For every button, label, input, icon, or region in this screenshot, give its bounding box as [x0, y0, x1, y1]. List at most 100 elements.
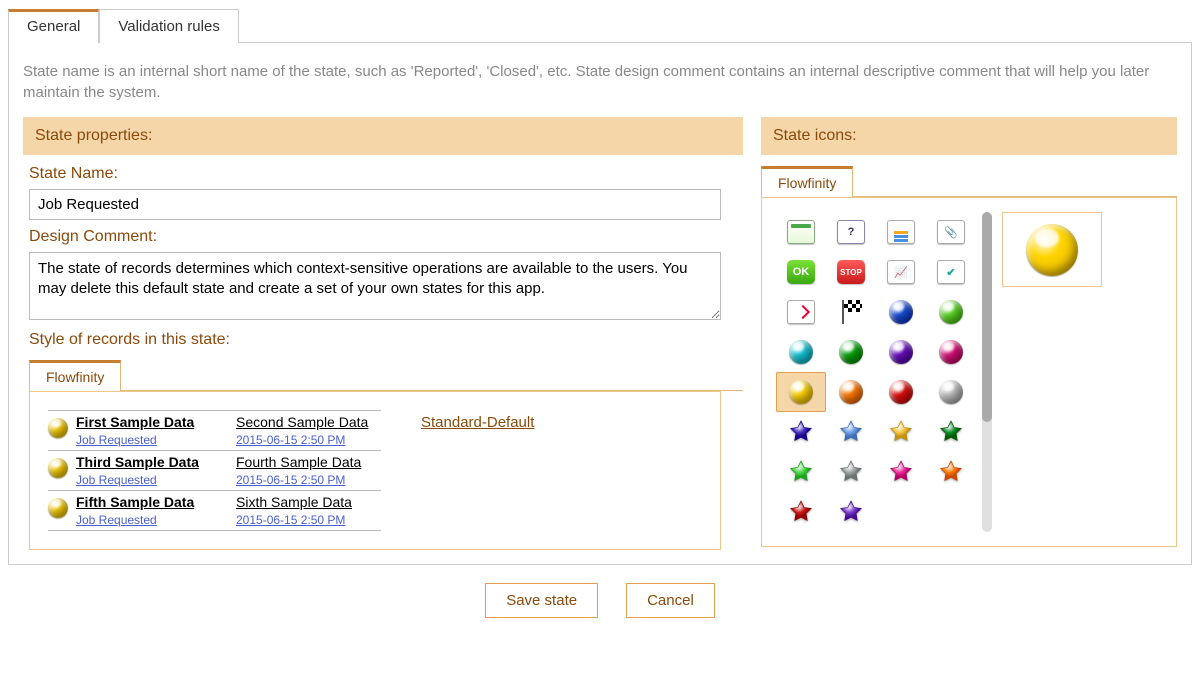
star-icon [788, 419, 814, 445]
sphere-icon [939, 340, 963, 364]
icon-option-clip[interactable]: 📎 [926, 212, 976, 252]
icon-option-star-4fd84f[interactable] [776, 452, 826, 492]
icon-option-star-6fa0e8[interactable] [826, 412, 876, 452]
state-icons-header: State icons: [761, 117, 1177, 155]
icon-option-ok[interactable]: OK [776, 252, 826, 292]
icon-option-sphere-6a0fbf[interactable] [876, 332, 926, 372]
icon-option-star-ff7a00[interactable] [926, 452, 976, 492]
sphere-icon [939, 300, 963, 324]
sample-row: Third Sample Data Job Requested Fourth Sam… [48, 451, 381, 491]
selected-icon-preview [1002, 212, 1102, 287]
sphere-icon [889, 340, 913, 364]
icon-option-sphere-0aa60a[interactable] [826, 332, 876, 372]
sample-title-2[interactable]: Sixth Sample Data [236, 494, 381, 510]
star-icon [838, 459, 864, 485]
general-panel: State name is an internal short name of … [8, 43, 1192, 565]
icon-grid: ? 📎 OK STOP 📈 ✔ [776, 212, 976, 532]
icons-subtabs: Flowfinity [761, 165, 1177, 197]
icon-option-star-f5c542[interactable] [876, 412, 926, 452]
sphere-icon [939, 380, 963, 404]
attachment-doc-icon: 📎 [937, 220, 965, 244]
sample-table: First Sample Data Job Requested Second Sam… [48, 410, 381, 531]
state-name-input[interactable] [29, 189, 721, 220]
icon-option-sphere-d8127a[interactable] [926, 332, 976, 372]
star-icon [838, 419, 864, 445]
icon-option-star-0f8f2f[interactable] [926, 412, 976, 452]
icon-option-star-e8309a[interactable] [876, 452, 926, 492]
ok-badge-icon: OK [787, 260, 815, 284]
sample-subtitle-2[interactable]: 2015-06-15 2:50 PM [236, 473, 345, 487]
icon-option-empty [876, 492, 926, 532]
star-icon [938, 459, 964, 485]
note-doc-icon [887, 220, 915, 244]
sphere-icon [889, 300, 913, 324]
icon-option-stop[interactable]: STOP [826, 252, 876, 292]
sample-subtitle[interactable]: Job Requested [76, 433, 157, 447]
sample-title-2[interactable]: Second Sample Data [236, 414, 381, 430]
icon-option-star-4a2fbf[interactable] [776, 412, 826, 452]
sample-title[interactable]: Fifth Sample Data [76, 494, 236, 510]
sample-row: First Sample Data Job Requested Second Sam… [48, 410, 381, 451]
style-subtabs: Flowfinity [29, 359, 743, 391]
question-doc-icon: ? [837, 220, 865, 244]
tab-validation-rules[interactable]: Validation rules [99, 9, 238, 43]
sample-title-2[interactable]: Fourth Sample Data [236, 454, 381, 470]
cancel-button[interactable]: Cancel [626, 583, 715, 618]
icon-option-star-9fa5a5[interactable] [826, 452, 876, 492]
icon-option-star-c81a1a[interactable] [776, 492, 826, 532]
action-buttons: Save state Cancel [8, 583, 1192, 618]
icon-option-sphere-5fd82a[interactable] [926, 292, 976, 332]
save-state-button[interactable]: Save state [485, 583, 598, 618]
icon-option-sphere-18c8d8[interactable] [776, 332, 826, 372]
design-comment-input[interactable] [29, 252, 721, 320]
icon-scrollbar[interactable] [982, 212, 992, 532]
icon-option-sphere-bfbfbf[interactable] [926, 372, 976, 412]
icon-option-note[interactable] [876, 212, 926, 252]
sphere-icon [789, 380, 813, 404]
icons-subtab-flowfinity[interactable]: Flowfinity [761, 166, 853, 197]
chart-doc-icon: 📈 [887, 260, 915, 284]
sphere-icon [839, 380, 863, 404]
sample-subtitle-2[interactable]: 2015-06-15 2:50 PM [236, 433, 345, 447]
sample-title[interactable]: Third Sample Data [76, 454, 236, 470]
icon-option-sphere-ffd400[interactable] [776, 372, 826, 412]
star-icon [838, 499, 864, 525]
style-of-records-label: Style of records in this state: [29, 331, 743, 349]
icon-option-chart[interactable]: 📈 [876, 252, 926, 292]
star-icon [938, 419, 964, 445]
sphere-icon [48, 498, 68, 518]
scrollbar-thumb[interactable] [982, 212, 992, 422]
sphere-icon [889, 380, 913, 404]
sample-subtitle[interactable]: Job Requested [76, 473, 157, 487]
tab-general[interactable]: General [8, 9, 99, 43]
icon-option-sphere-e01010[interactable] [876, 372, 926, 412]
icon-option-calendar[interactable] [776, 212, 826, 252]
sphere-icon [48, 458, 68, 478]
check-doc-icon: ✔ [937, 260, 965, 284]
sample-title[interactable]: First Sample Data [76, 414, 236, 430]
star-icon [888, 459, 914, 485]
state-properties-header: State properties: [23, 117, 743, 155]
sample-subtitle[interactable]: Job Requested [76, 513, 157, 527]
sphere-icon [839, 340, 863, 364]
sample-subtitle-2[interactable]: 2015-06-15 2:50 PM [236, 513, 345, 527]
icon-option-flag[interactable] [826, 292, 876, 332]
state-description: State name is an internal short name of … [23, 61, 1177, 103]
icon-option-checkdoc[interactable]: ✔ [926, 252, 976, 292]
style-name-link[interactable]: Standard-Default [421, 414, 534, 431]
icon-option-star-7a3fc8[interactable] [826, 492, 876, 532]
sphere-icon [789, 340, 813, 364]
sphere-icon [48, 418, 68, 438]
yellow-sphere-icon [1026, 224, 1078, 276]
icons-panel: ? 📎 OK STOP 📈 ✔ [761, 197, 1177, 547]
icon-option-question[interactable]: ? [826, 212, 876, 252]
top-tabs: General Validation rules [8, 8, 1192, 43]
icon-option-sphere-ff7a00[interactable] [826, 372, 876, 412]
icon-option-exit[interactable] [776, 292, 826, 332]
star-icon [788, 459, 814, 485]
calendar-icon [787, 220, 815, 244]
icon-option-sphere-1a4fd8[interactable] [876, 292, 926, 332]
design-comment-label: Design Comment: [29, 228, 743, 246]
subtab-flowfinity[interactable]: Flowfinity [29, 360, 121, 391]
style-preview-box: First Sample Data Job Requested Second Sam… [29, 391, 721, 550]
